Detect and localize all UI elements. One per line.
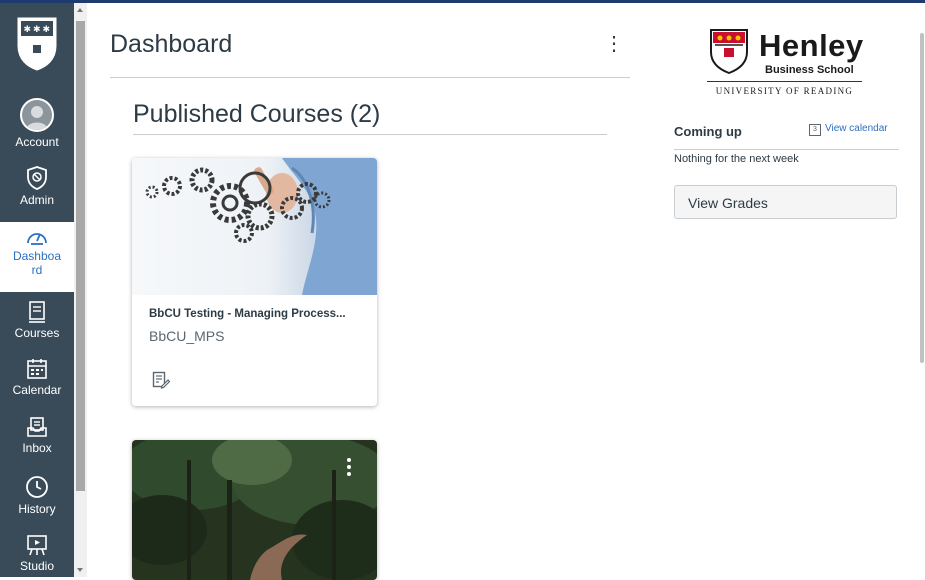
title-divider [110,77,630,78]
svg-text:✱: ✱ [43,24,51,34]
global-navigation: ✱ ✱ ✱ Account Admin Dashboa rd Courses C… [0,3,74,577]
nav-item-account[interactable]: Account [0,98,74,149]
crest-icon: ✱ ✱ ✱ [17,17,57,71]
section-divider [133,134,607,135]
page-title: Dashboard [110,30,233,58]
nav-item-studio[interactable]: Studio [0,534,74,573]
view-grades-button[interactable]: View Grades [674,185,897,219]
nav-label-studio: Studio [19,559,55,573]
admin-shield-icon [27,166,47,190]
nav-item-dashboard[interactable]: Dashboa rd [0,222,74,292]
page-scrollbar-thumb[interactable] [920,33,924,363]
course-card-options-kebab-icon[interactable] [347,458,353,479]
coming-up-heading: Coming up [674,124,742,139]
nav-item-admin[interactable]: Admin [0,166,74,207]
svg-text:✱: ✱ [33,24,41,34]
nav-label-account: Account [15,135,59,149]
course-card-image[interactable] [132,158,377,295]
course-card[interactable] [132,440,377,580]
brand-name: Henley [759,28,864,63]
nav-label-admin: Admin [19,193,54,207]
courses-book-icon [29,301,45,323]
nav-label-inbox: Inbox [22,441,52,455]
dashboard-options-kebab-icon[interactable]: ⋮ [604,34,624,56]
account-avatar-icon [20,98,54,132]
nav-item-calendar[interactable]: Calendar [0,358,74,397]
nav-label-courses: Courses [14,326,60,340]
nav-scrollbar-thumb[interactable] [76,21,85,491]
studio-icon [27,535,47,556]
published-courses-heading: Published Courses (2) [133,100,381,128]
svg-text:✱: ✱ [24,24,32,34]
brand-subtitle: Business School [765,64,854,76]
view-calendar-link[interactable]: View calendar [825,123,888,134]
nav-label-history: History [18,502,56,516]
course-card[interactable]: BbCU Testing - Managing Process... BbCU_… [132,158,377,406]
forest-path-image [132,440,377,580]
coming-up-empty-text: Nothing for the next week [674,153,799,165]
gears-hand-image [132,158,377,295]
scroll-up-arrow-icon[interactable] [77,8,83,12]
brand-university: UNIVERSITY OF READING [715,86,854,96]
dashboard-speedometer-icon [27,233,47,245]
brand-divider [707,81,862,82]
university-crest-logo[interactable]: ✱ ✱ ✱ [0,3,74,83]
calendar-icon [27,359,47,379]
history-clock-icon [26,476,48,498]
nav-label-dashboard: Dashboa rd [12,249,62,277]
inbox-icon [27,417,47,437]
assignments-icon[interactable] [152,371,171,394]
page-scrollbar[interactable] [918,3,925,577]
henley-brand-logo: Henley Business School UNIVERSITY OF REA… [707,22,864,104]
scroll-down-arrow-icon[interactable] [77,568,83,572]
coming-up-divider [674,149,899,150]
top-accent-bar [0,0,925,3]
course-card-title[interactable]: BbCU Testing - Managing Process... [149,308,346,320]
nav-item-courses[interactable]: Courses [0,301,74,340]
calendar-small-icon[interactable]: 3 [809,124,821,136]
nav-item-inbox[interactable]: Inbox [0,416,74,455]
course-card-code: BbCU_MPS [149,328,225,344]
course-card-image[interactable] [132,440,377,580]
nav-item-history[interactable]: History [0,475,74,516]
henley-crest-icon [710,29,748,74]
nav-scrollbar[interactable] [74,3,87,577]
nav-label-calendar: Calendar [12,383,62,397]
